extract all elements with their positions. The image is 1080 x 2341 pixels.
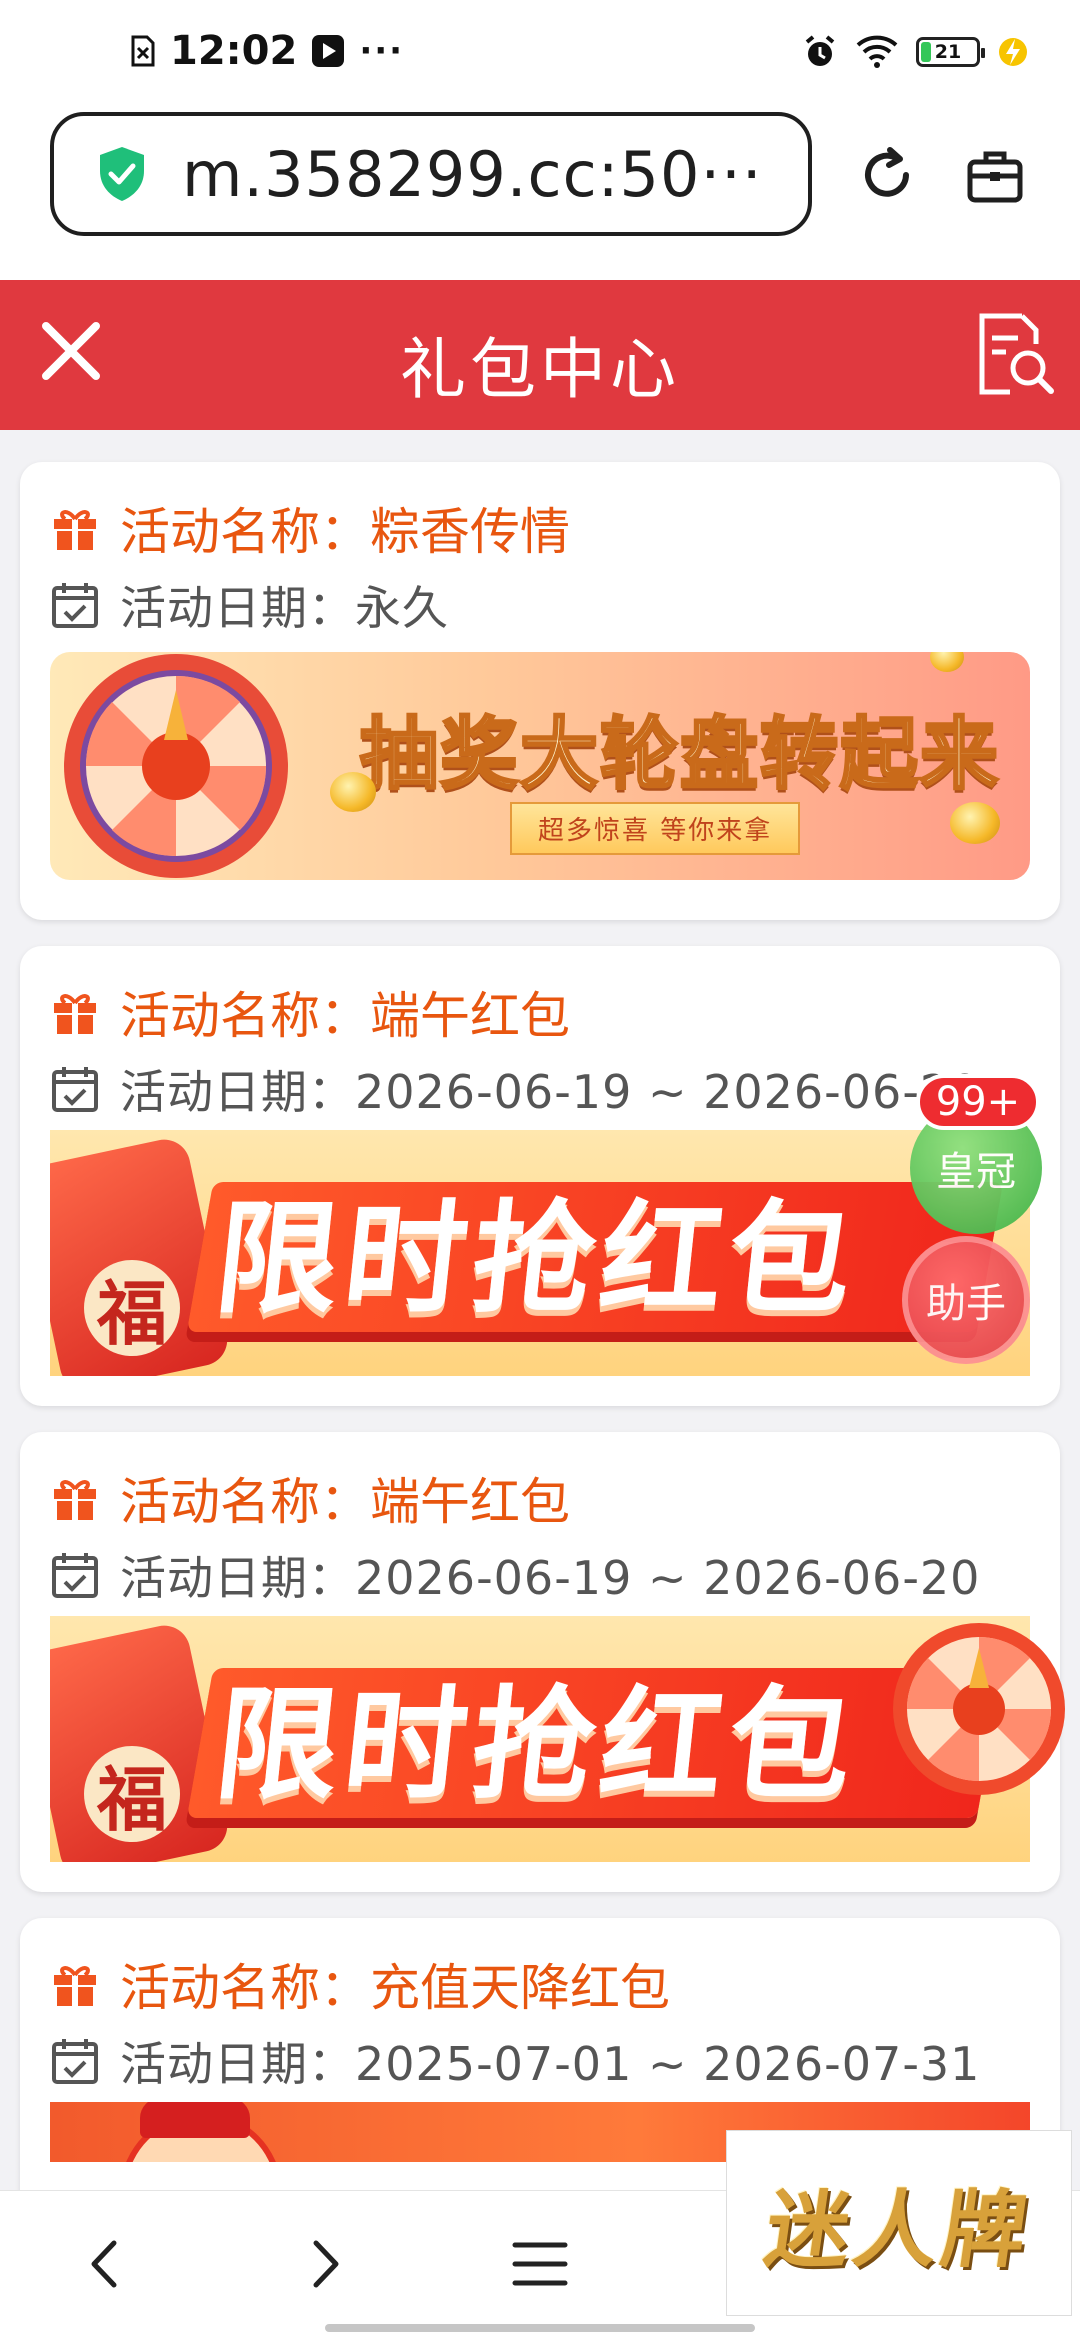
activity-name: 活动名称：充值天降红包 bbox=[120, 1959, 670, 2017]
fu-badge: 福 bbox=[84, 1746, 180, 1842]
sim-icon bbox=[131, 35, 155, 67]
banner-title: 限时抢红包 bbox=[209, 1188, 865, 1330]
activity-card[interactable]: 活动名称：粽香传情 活动日期：永久 抽奖大轮盘转起来 超多惊喜 等你来拿 bbox=[20, 462, 1060, 920]
status-bar: 12:02 ··· 21 bbox=[0, 0, 1080, 110]
page-title: 礼包中心 bbox=[400, 331, 680, 408]
banner-subtitle: 超多惊喜 等你来拿 bbox=[510, 802, 801, 855]
ad-text: 迷人牌 bbox=[759, 2179, 1038, 2279]
calendar-icon bbox=[52, 583, 98, 628]
activity-name: 活动名称：端午红包 bbox=[120, 987, 570, 1045]
gift-icon bbox=[54, 1966, 96, 2006]
activity-banner-redpacket[interactable]: 福 限时抢红包 bbox=[50, 1616, 1030, 1862]
media-play-icon bbox=[312, 35, 345, 67]
page-header: 礼包中心 bbox=[0, 280, 1080, 430]
charging-icon bbox=[999, 38, 1027, 66]
coin-icon bbox=[330, 772, 376, 812]
toolbox-icon[interactable] bbox=[964, 144, 1026, 206]
activity-card[interactable]: 活动名称：端午红包 活动日期：2026-06-19 ~ 2026-06-20 福… bbox=[20, 946, 1060, 1406]
gift-icon bbox=[54, 1480, 96, 1520]
battery-indicator: 21 bbox=[916, 37, 985, 67]
status-time: 12:02 bbox=[170, 28, 298, 74]
search-records-icon[interactable] bbox=[972, 310, 1058, 398]
helper-float-button[interactable]: 助手 bbox=[902, 1236, 1030, 1364]
gift-icon bbox=[54, 510, 96, 550]
calendar-icon bbox=[52, 1553, 98, 1598]
status-more: ··· bbox=[359, 31, 405, 71]
ad-banner[interactable]: 迷人牌 bbox=[726, 2130, 1072, 2316]
secure-shield-icon bbox=[100, 147, 144, 201]
home-indicator bbox=[325, 2324, 755, 2332]
url-field[interactable]: m.358299.cc:50··· bbox=[50, 112, 812, 236]
calendar-icon bbox=[52, 1067, 98, 1112]
url-text: m.358299.cc:50··· bbox=[182, 137, 763, 211]
menu-icon[interactable] bbox=[505, 2229, 575, 2299]
lottery-wheel-float-button[interactable] bbox=[890, 1620, 1068, 1798]
alarm-icon bbox=[805, 35, 835, 66]
reload-icon[interactable] bbox=[856, 144, 918, 206]
battery-level: 21 bbox=[934, 41, 962, 63]
activity-name: 活动名称：粽香传情 bbox=[120, 503, 570, 561]
banner-title: 限时抢红包 bbox=[209, 1674, 865, 1816]
activity-name: 活动名称：端午红包 bbox=[120, 1473, 570, 1531]
back-arrow-icon[interactable] bbox=[70, 2229, 140, 2299]
notification-badge: 99+ bbox=[916, 1074, 1040, 1130]
activity-date: 活动日期：永久 bbox=[120, 581, 449, 635]
calendar-icon bbox=[52, 2039, 98, 2084]
browser-address-bar: m.358299.cc:50··· bbox=[0, 110, 1080, 280]
activity-date: 活动日期：2026-06-19 ~ 2026-06-20 bbox=[120, 1065, 981, 1119]
activity-banner-lottery[interactable]: 抽奖大轮盘转起来 超多惊喜 等你来拿 bbox=[50, 652, 1030, 880]
forward-arrow-icon[interactable] bbox=[290, 2229, 360, 2299]
gift-icon bbox=[54, 994, 96, 1034]
coin-icon bbox=[950, 802, 1000, 844]
wifi-icon bbox=[856, 35, 898, 68]
lottery-wheel-icon bbox=[64, 654, 288, 878]
coin-icon bbox=[930, 652, 964, 672]
fu-badge: 福 bbox=[84, 1260, 180, 1356]
activity-date: 活动日期：2025-07-01 ~ 2026-07-31 bbox=[120, 2037, 981, 2091]
activity-date: 活动日期：2026-06-19 ~ 2026-06-20 bbox=[120, 1551, 981, 1605]
banner-title: 抽奖大轮盘转起来 bbox=[358, 709, 1001, 802]
activity-banner-redpacket[interactable]: 福 限时抢红包 bbox=[50, 1130, 1030, 1376]
